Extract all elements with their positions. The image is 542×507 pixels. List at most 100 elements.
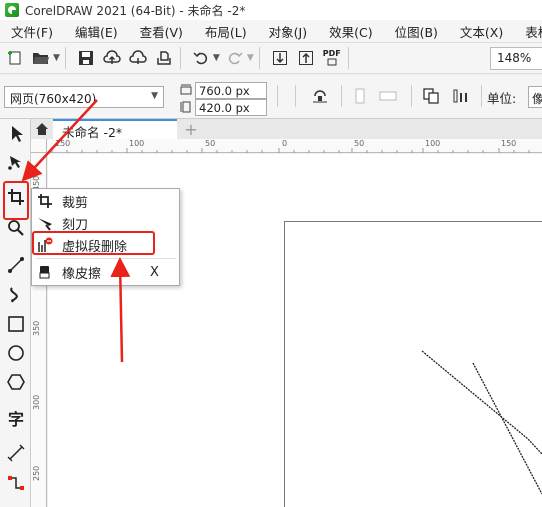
current-page-icon [453,89,467,103]
document-tab[interactable]: 未命名 -2* [53,119,177,140]
page-height-field[interactable]: 420.0 px [195,99,267,116]
zoom-level-field[interactable]: 148% [490,47,542,70]
flyout-item-label: 橡皮擦 [62,266,102,282]
menu-text[interactable]: 文本(X) [449,22,514,41]
crop-tool-highlight [3,181,29,220]
add-document-tab[interactable]: + [181,119,201,139]
menu-bitmaps[interactable]: 位图(B) [384,22,449,41]
flyout-item-label: 刻刀 [62,217,89,233]
current-page-button[interactable] [450,85,472,107]
home-icon [36,123,48,135]
save-button[interactable] [75,47,97,69]
menu-table[interactable]: 表格 [514,22,542,41]
ruler-label: 250 [32,465,41,481]
parallel-dimension-tool[interactable] [4,441,28,465]
horizontal-ruler[interactable]: 150 100 50 0 50 100 150 [47,139,542,153]
undo-icon [193,52,207,65]
new-document-button[interactable] [4,47,26,69]
open-button[interactable] [30,47,52,69]
page-size-select[interactable]: 网页(760x420) ▼ [4,86,164,108]
redo-icon [228,52,243,65]
landscape-button[interactable] [377,85,399,107]
ruler-origin[interactable] [31,139,47,153]
undo-dropdown-icon[interactable]: ▼ [213,53,220,63]
shape-node-icon [8,156,21,170]
knife-icon [36,214,54,232]
polygon-icon [7,374,25,390]
portrait-button[interactable] [349,85,371,107]
pdf-label: PDF [322,49,341,58]
page-width-field[interactable]: 760.0 px [195,82,267,99]
menu-file[interactable]: 文件(F) [0,22,64,41]
title-bar: CorelDRAW 2021 (64-Bit) - 未命名 -2* [0,0,542,20]
propbar-separator [341,85,342,107]
home-tab[interactable] [31,119,53,139]
open-dropdown-icon[interactable]: ▼ [53,53,60,63]
line-segment-icon [8,257,24,273]
propbar-separator [295,85,296,107]
rectangle-icon [8,316,24,332]
ellipse-icon [8,345,24,361]
menu-view[interactable]: 查看(V) [129,22,194,41]
print-button[interactable] [153,47,175,69]
menu-edit[interactable]: 编辑(E) [64,22,129,41]
document-tab-bar: 未命名 -2* + [31,119,542,140]
freehand-tool[interactable] [4,253,28,277]
flyout-item-crop[interactable]: 裁剪 [32,190,179,212]
menu-effects[interactable]: 效果(C) [318,22,383,41]
flyout-item-label: 裁剪 [62,195,89,211]
height-icon [180,101,191,113]
width-icon [180,84,192,95]
cloud-upload-icon [103,50,121,64]
magnifier-icon [8,220,24,236]
propbar-separator [277,85,278,107]
flyout-item-shortcut: X [150,264,159,280]
connector-tool[interactable] [4,471,28,495]
save-icon [78,51,93,65]
bleed-button[interactable] [309,85,331,107]
artistic-media-tool[interactable] [4,283,28,307]
text-tool[interactable]: 字 [4,406,28,430]
publish-pdf-button[interactable]: PDF [321,47,343,69]
page-bleed-icon [313,90,327,103]
pick-tool[interactable] [4,122,28,146]
toolbar-separator [179,47,181,69]
all-pages-icon [423,88,439,104]
flyout-separator [36,258,176,259]
import-button[interactable] [269,47,291,69]
redo-dropdown-icon[interactable]: ▼ [247,53,254,63]
export-icon [298,51,313,65]
cloud-button[interactable] [127,47,149,69]
menu-object[interactable]: 对象(J) [258,22,318,41]
pointer-arrow-icon [12,126,23,142]
all-pages-button[interactable] [420,85,442,107]
rectangle-tool[interactable] [4,312,28,336]
unit-select[interactable]: 像 [528,86,542,108]
toolbox: 字 [0,119,31,507]
ruler-label: 350 [32,320,41,336]
undo-button[interactable] [190,47,212,69]
eraser-icon [36,263,54,281]
new-document-icon [8,51,21,65]
menu-layout[interactable]: 布局(L) [194,22,258,41]
toolbar-separator [347,47,349,69]
flyout-item-eraser[interactable]: 橡皮擦 X [32,261,179,283]
standard-toolbar: ▼ ▼ ▼ PDF 148% [0,42,542,74]
cloud-upload-button[interactable] [101,47,123,69]
window-title: CorelDRAW 2021 (64-Bit) - 未命名 -2* [25,3,246,18]
redo-button[interactable] [224,47,246,69]
export-button[interactable] [295,47,317,69]
virtual-segment-delete-highlight [32,231,155,255]
shape-tool[interactable] [4,151,28,175]
propbar-separator [411,85,412,107]
pdf-icon [327,58,337,66]
menu-bar: 文件(F) 编辑(E) 查看(V) 布局(L) 对象(J) 效果(C) 位图(B… [0,20,542,42]
landscape-page-icon [379,91,397,101]
print-icon [157,51,171,65]
polygon-tool[interactable] [4,370,28,394]
curve-brush-icon [10,287,18,303]
page-size-value: 网页(760x420) [10,92,97,106]
propbar-separator [481,85,482,107]
ellipse-tool[interactable] [4,341,28,365]
connector-icon [8,476,24,490]
